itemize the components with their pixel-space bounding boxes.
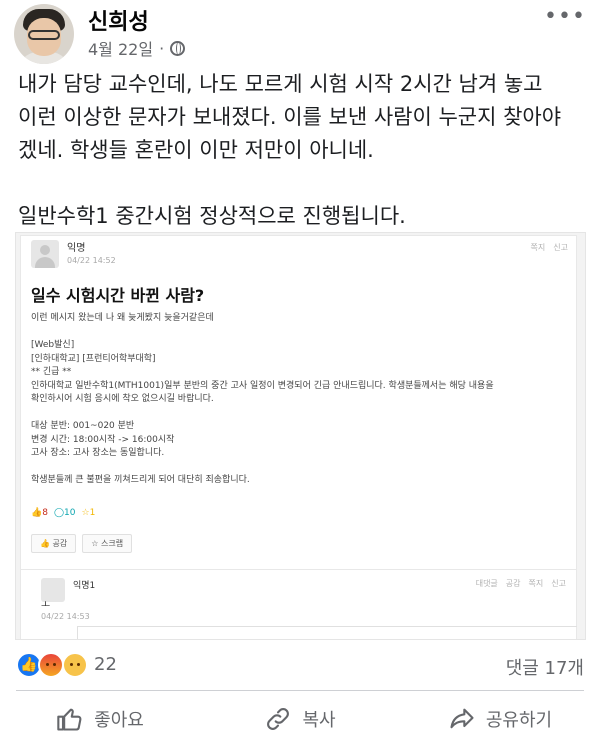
like-count: 8 xyxy=(42,508,48,518)
embedded-buttons: 👍 공감 ☆ 스크랩 xyxy=(31,534,133,553)
body-line: 이런 메시지 왔는데 나 왜 늦게봤지 늦을거같은데 xyxy=(31,313,214,323)
body-line: 인하대학교 일반수학1(MTH1001)일부 분반의 중간 고사 일정이 변경되… xyxy=(31,380,494,391)
body-line: 변경 시간: 18:00시작 -> 16:00시작 xyxy=(31,434,175,445)
post-text-line: 이런 이상한 문자가 보내졌다. 이를 보낸 사람이 누군지 찾아야 xyxy=(18,105,562,129)
empathy-button: 👍 공감 xyxy=(31,534,77,553)
body-line: ** 긴급 ** xyxy=(31,367,72,377)
care-reaction-icon xyxy=(62,652,88,678)
comment-actions: 대댓글 공감 쪽지 신고 xyxy=(475,579,566,588)
globe-icon xyxy=(170,40,186,56)
share-button[interactable]: 공유하기 xyxy=(400,696,600,741)
like-label: 좋아요 xyxy=(94,709,144,731)
body-line: 대상 분반: 001~020 분반 xyxy=(31,421,135,431)
angry-reaction-icon xyxy=(38,652,64,678)
link-icon xyxy=(267,707,290,730)
like-stat: 👍8 xyxy=(31,508,48,518)
copy-label: 복사 xyxy=(302,709,336,731)
reaction-count[interactable]: 22 xyxy=(94,654,117,675)
embedded-date: 04/22 14:52 xyxy=(67,256,116,265)
post-text-line: 내가 담당 교수인데, 나도 모르게 시험 시작 2시간 남겨 놓고 xyxy=(18,72,543,96)
embedded-stats: 👍8 ◯10 ☆1 xyxy=(31,508,95,518)
comment-count: 10 xyxy=(64,508,76,518)
body-line: 확인하시어 시험 응시에 착오 없으시길 바랍니다. xyxy=(31,394,214,404)
body-line: [Web발신] xyxy=(31,340,75,350)
copy-button[interactable]: 복사 xyxy=(200,696,400,741)
comment-count-link[interactable]: 댓글 17개 xyxy=(506,654,584,680)
message-label: 쪽지 xyxy=(530,243,546,252)
author-avatar[interactable] xyxy=(14,4,74,64)
embedded-body: 이런 메시지 왔는데 나 왜 늦게봤지 늦을거같은데 [Web발신] [인하대학… xyxy=(31,312,571,488)
scrap-button: ☆ 스크랩 xyxy=(82,534,133,553)
embedded-comment: 익명1 대댓글 공감 쪽지 신고 ㅗ 04/22 14:53 xyxy=(20,569,577,639)
body-line: [인하대학교] [프런티어학부대학] xyxy=(31,353,156,364)
like-button[interactable]: 좋아요 xyxy=(0,696,200,741)
embedded-author: 익명 xyxy=(67,243,86,254)
divider xyxy=(16,690,584,691)
embedded-screenshot[interactable]: 익명 04/22 14:52 쪽지 신고 일수 시험시간 바뀐 사람? 이런 메… xyxy=(15,232,586,640)
reply-thread xyxy=(77,626,577,639)
author-name[interactable]: 신희성 xyxy=(88,4,149,36)
body-line: 학생분들께 큰 불편을 끼쳐드리게 되어 대단히 죄송합니다. xyxy=(31,475,250,485)
comment-author: 익명1 xyxy=(73,581,96,591)
scrap-stat: ☆1 xyxy=(81,508,96,518)
more-options-icon[interactable]: ••• xyxy=(544,4,586,29)
post-date[interactable]: 4월 22일 xyxy=(88,36,153,60)
anonymous-avatar-icon xyxy=(31,240,59,268)
thumbs-up-icon xyxy=(57,708,82,731)
post-text: 내가 담당 교수인데, 나도 모르게 시험 시작 2시간 남겨 놓고 이런 이상… xyxy=(18,68,588,233)
scrap-count: 1 xyxy=(89,508,96,518)
share-icon xyxy=(450,708,474,728)
comment-stat: ◯10 xyxy=(53,508,76,518)
body-line: 고사 장소: 고사 장소는 동일합니다. xyxy=(31,448,165,458)
action-bar: 좋아요 복사 공유하기 xyxy=(0,696,600,741)
comment-date: 04/22 14:53 xyxy=(41,612,90,621)
share-label: 공유하기 xyxy=(485,709,553,731)
post-text-line: 겠네. 학생들 혼란이 이만 저만이 아니네. xyxy=(18,138,374,162)
post-header: 신희성 4월 22일 · ••• xyxy=(0,0,600,70)
reaction-summary[interactable]: 👍 22 댓글 17개 xyxy=(0,646,600,686)
post-meta: 4월 22일 · xyxy=(88,36,186,60)
embedded-actions: 쪽지 신고 xyxy=(531,242,568,253)
embedded-post-card: 익명 04/22 14:52 쪽지 신고 일수 시험시간 바뀐 사람? 이런 메… xyxy=(20,235,577,571)
report-label: 신고 xyxy=(553,243,568,252)
embedded-title: 일수 시험시간 바뀐 사람? xyxy=(31,286,205,305)
meta-separator: · xyxy=(159,38,165,58)
post-text-line: 일반수학1 중간시험 정상적으로 진행됩니다. xyxy=(18,204,406,228)
comment-text: ㅗ xyxy=(41,600,51,611)
